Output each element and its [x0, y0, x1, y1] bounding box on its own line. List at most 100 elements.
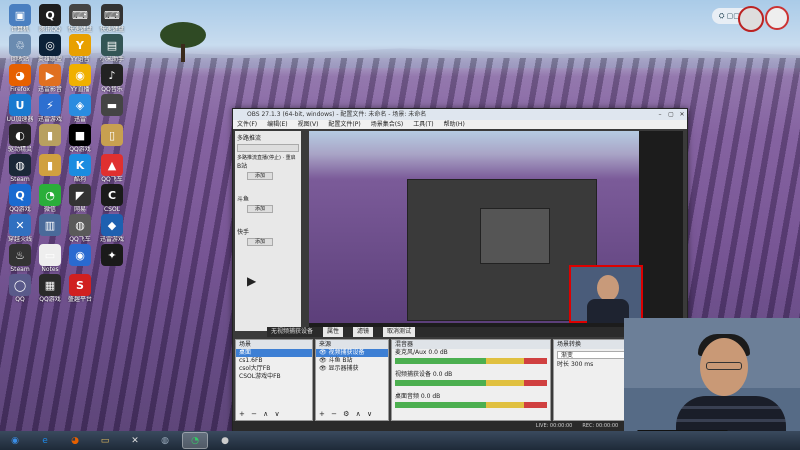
desktop-app-icon: C: [101, 184, 123, 206]
desktop-app-icon: ◆: [101, 214, 123, 236]
desktop-icon[interactable]: ▤ 小米助手: [94, 34, 130, 63]
sources-heading: 来源: [316, 340, 388, 349]
menu-item[interactable]: 配置文件(P): [328, 120, 360, 129]
add-button[interactable]: 添加: [247, 205, 273, 213]
menu-item[interactable]: 场景集合(S): [371, 120, 404, 129]
preview-nested-obs-inner: [480, 208, 550, 264]
obs-menubar: 文件(F) 编辑(E) 视图(V) 配置文件(P) 场景集合(S) 工具(T) 帮助(H): [233, 120, 687, 129]
source-item[interactable]: 👁 斗鱼 B站: [316, 357, 388, 365]
desktop-app-icon: ■: [69, 124, 91, 146]
desktop-app-icon: ⌨: [101, 4, 123, 26]
clock-icon[interactable]: [765, 6, 789, 30]
desktop-icon[interactable]: ▬: [94, 94, 130, 116]
play-icon[interactable]: ▶: [237, 274, 299, 288]
desktop-app-icon: ♨: [9, 244, 31, 266]
multistream-toggle[interactable]: [237, 144, 299, 152]
desktop-app-icon: ◯: [9, 274, 31, 296]
source-item[interactable]: 👁 显示器捕获: [316, 365, 388, 373]
scene-item[interactable]: 桌面: [236, 349, 312, 357]
taskbar-csol[interactable]: ✕: [122, 432, 148, 449]
desktop-app-icon: ⌨: [69, 4, 91, 26]
source-label: 无视频捕获设备: [271, 328, 314, 335]
desktop-app-icon: ♲: [9, 34, 31, 56]
desktop-icon[interactable]: ▯: [94, 124, 130, 146]
scene-item[interactable]: cs1.6FB: [236, 357, 312, 365]
taskbar-explorer[interactable]: ▭: [92, 432, 118, 449]
cancel-test-button[interactable]: 取消测试: [383, 327, 416, 337]
scene-item[interactable]: CSOL游戏中FB: [236, 373, 312, 381]
desktop-icon-label: 酷狗: [73, 176, 86, 183]
desktop-icon[interactable]: ◉ YY直播: [62, 64, 98, 93]
minimize-button[interactable]: –: [655, 110, 665, 119]
taskbar-firefox[interactable]: ◕: [62, 432, 88, 449]
menu-item[interactable]: 帮助(H): [444, 120, 465, 129]
desktop-icon[interactable]: ◉: [62, 244, 98, 266]
scenes-controls[interactable]: + − ∧ ∨: [239, 410, 282, 418]
desktop-icon[interactable]: C CSOL: [94, 184, 130, 213]
desktop-icon-label: Notes: [41, 266, 59, 273]
desktop-icon-label: YY语音: [70, 56, 90, 63]
desktop-app-icon: Q: [39, 4, 61, 26]
desktop-icon-label: 穿越火线: [7, 236, 32, 243]
desktop-app-icon: ◉: [69, 64, 91, 86]
desktop-app-icon: ✕: [9, 214, 31, 236]
taskbar-obs[interactable]: ●: [212, 432, 238, 449]
desktop-icon[interactable]: ◈ 迅雷: [62, 94, 98, 123]
desktop-icon[interactable]: ◍ QQ飞车: [62, 214, 98, 243]
close-button[interactable]: ✕: [677, 110, 687, 119]
desktop-app-icon: ▣: [9, 4, 31, 26]
add-button[interactable]: 添加: [247, 238, 273, 246]
taskbar-app[interactable]: ◔: [182, 432, 208, 449]
taskbar-steam[interactable]: ◍: [152, 432, 178, 449]
taskbar-ie[interactable]: e: [32, 432, 58, 449]
desktop-icon[interactable]: ▲ QQ飞车: [94, 154, 130, 183]
desktop-app-icon: Y: [69, 34, 91, 56]
source-item[interactable]: 👁 视频捕获设备: [316, 349, 388, 357]
status-item: REC: 00:00:00: [582, 423, 619, 429]
desktop-icon[interactable]: ■ QQ游戏: [62, 124, 98, 153]
desktop-icon[interactable]: Y YY语音: [62, 34, 98, 63]
desktop-icon-label: 盛趣平台: [67, 296, 92, 303]
desktop-icon-label: 小米助手: [99, 56, 124, 63]
desktop-app-icon: ▥: [39, 214, 61, 236]
desktop-app-icon: ▯: [101, 124, 123, 146]
desktop-app-icon: ▮: [39, 154, 61, 176]
menu-item[interactable]: 编辑(E): [267, 120, 287, 129]
obs-window: OBS 27.1.3 (64-bit, windows) - 配置文件: 未命名…: [232, 108, 688, 432]
start-button[interactable]: ◉: [2, 432, 28, 449]
scenes-dock: 场景 桌面 cs1.6FB csol大厅FB CSOL游戏中FB + − ∧ ∨: [235, 339, 313, 421]
gauge-icon[interactable]: [738, 6, 764, 32]
desktop-icon[interactable]: ✦: [94, 244, 130, 266]
menu-item[interactable]: 视图(V): [298, 120, 319, 129]
mixer-channel-label: 麦克风/Aux 0.0 dB: [395, 349, 448, 356]
filters-button[interactable]: 滤镜: [353, 327, 374, 337]
platform-label: 斗鱼: [237, 196, 250, 203]
desktop-app-icon: U: [9, 94, 31, 116]
platform-label: 快手: [237, 229, 250, 236]
desktop-icon[interactable]: K 酷狗: [62, 154, 98, 183]
desktop-app-icon: ▮: [39, 124, 61, 146]
desktop-icon[interactable]: ♪ QQ音乐: [94, 64, 130, 93]
desktop-app-icon: ▦: [39, 274, 61, 296]
desktop-app-icon: K: [69, 154, 91, 176]
menu-item[interactable]: 文件(F): [237, 120, 257, 129]
desktop-icon-label: QQ飞车: [101, 176, 123, 183]
mixer-channel-label: 桌面音频 0.0 dB: [395, 393, 441, 400]
multistream-panel: 多路推流 多路推流直播(停止) · 重启 B站 添加 斗鱼 添加 快手 添加 ▶: [235, 131, 301, 331]
properties-button[interactable]: 属性: [323, 327, 344, 337]
desktop-icon[interactable]: ⌨ 快速键盘: [62, 4, 98, 33]
desktop-icon[interactable]: ◤ 网易: [62, 184, 98, 213]
desktop-app-icon: ◍: [9, 154, 31, 176]
desktop-icon[interactable]: S 盛趣平台: [62, 274, 98, 303]
scenes-heading: 场景: [236, 340, 312, 349]
desktop-icon-label: 快速键盘: [99, 26, 124, 33]
menu-item[interactable]: 工具(T): [413, 120, 433, 129]
desktop-icon[interactable]: ◆ 迅雷游戏: [94, 214, 130, 243]
scene-item[interactable]: csol大厅FB: [236, 365, 312, 373]
add-button[interactable]: 添加: [247, 172, 273, 180]
desktop-icon-label: 迅雷游戏: [99, 236, 124, 243]
sources-controls[interactable]: + − ⚙ ∧ ∨: [319, 410, 374, 418]
maximize-button[interactable]: ▢: [666, 110, 676, 119]
desktop-icon[interactable]: ⌨ 快速键盘: [94, 4, 130, 33]
desktop-icon-label: 快速键盘: [67, 26, 92, 33]
